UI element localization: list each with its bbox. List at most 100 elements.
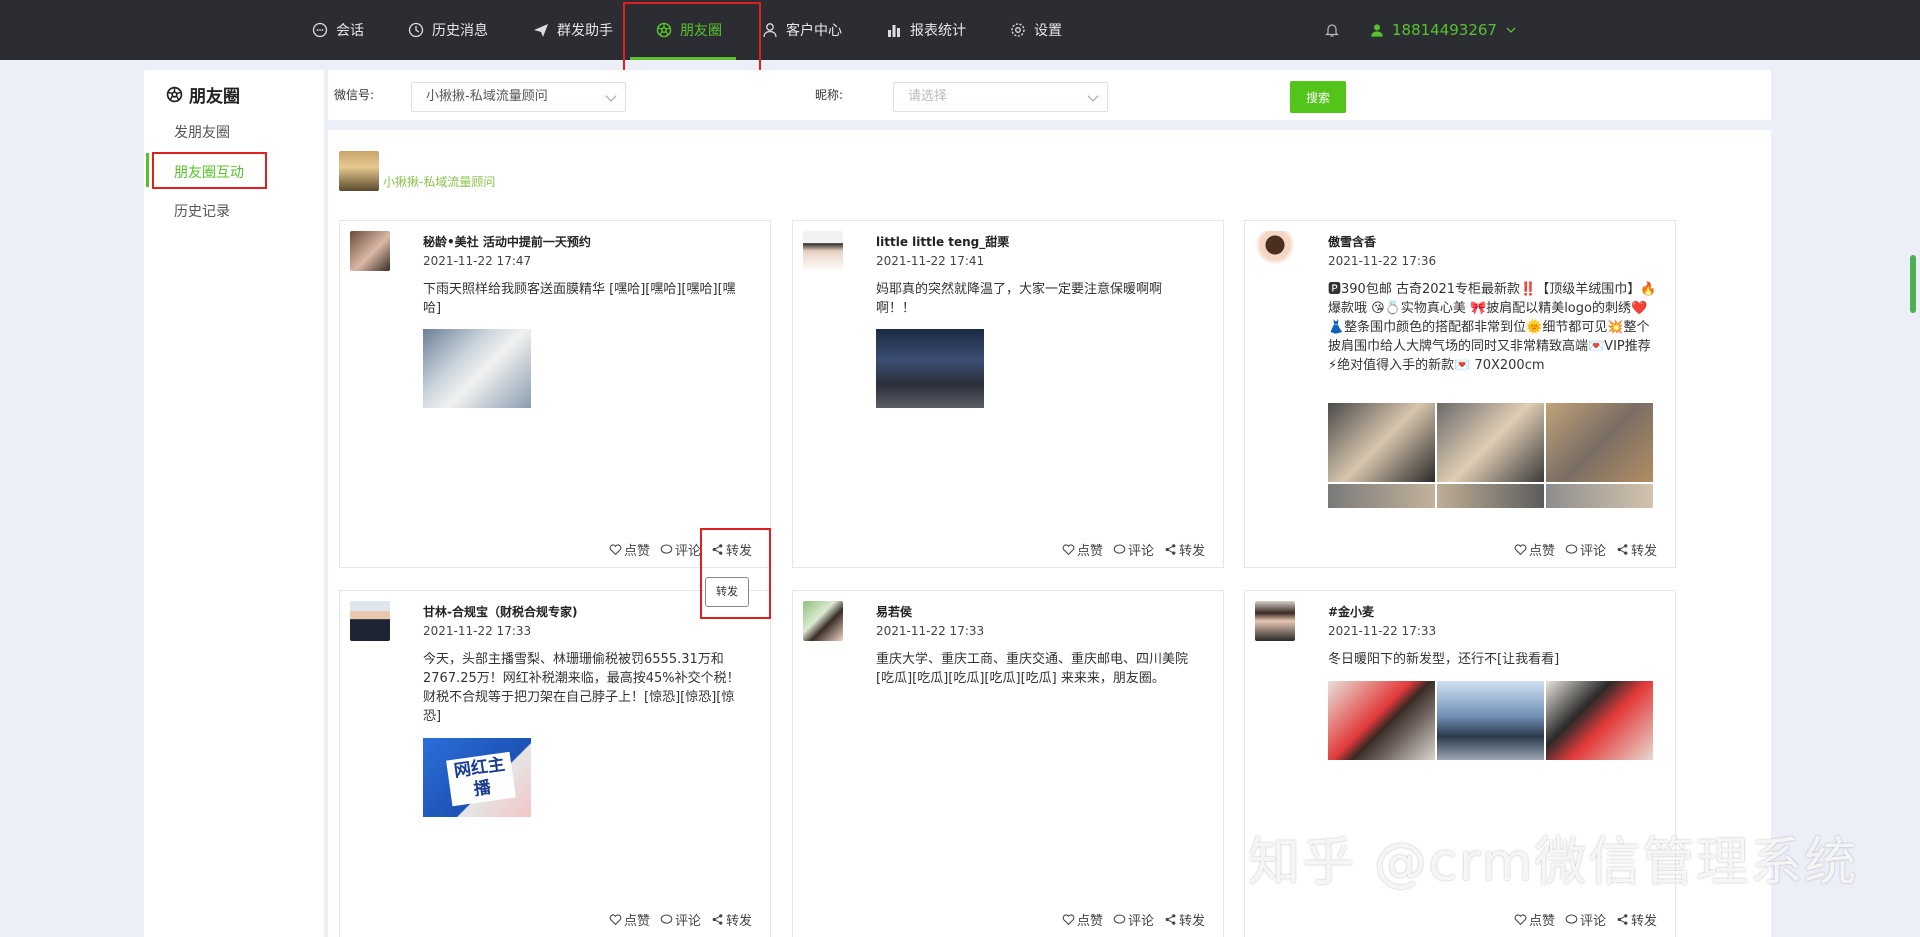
avatar[interactable] <box>1255 601 1295 641</box>
user-icon <box>1371 24 1383 37</box>
forward-button[interactable]: 转发 <box>711 540 752 559</box>
forward-button[interactable]: 转发 <box>1616 540 1657 559</box>
filter-bar: 微信号: 小揪揪-私域流量顾问 昵称: 请选择 搜索 <box>328 70 1771 120</box>
post-image[interactable] <box>1546 403 1653 482</box>
chevron-down-icon <box>1506 27 1516 33</box>
post-image[interactable] <box>1437 403 1544 482</box>
forward-button[interactable]: 转发 <box>1616 910 1657 929</box>
comment-icon <box>660 914 673 924</box>
nav-item-moments[interactable]: 朋友圈 <box>656 0 722 60</box>
nav-label: 报表统计 <box>910 23 966 39</box>
comment-button[interactable]: 评论 <box>660 910 701 929</box>
heart-icon <box>609 544 622 556</box>
forward-label: 转发 <box>1630 914 1657 929</box>
comment-icon <box>660 544 673 554</box>
post-image[interactable] <box>423 329 531 408</box>
like-button[interactable]: 点赞 <box>609 910 650 929</box>
post-image[interactable]: 网红主播 <box>423 738 531 817</box>
forward-label: 转发 <box>1630 544 1657 559</box>
post-image[interactable] <box>1328 403 1435 482</box>
wechat-select-value: 小揪揪-私域流量顾问 <box>426 89 548 104</box>
comment-icon <box>1565 544 1578 554</box>
notifications-button[interactable] <box>1324 0 1340 60</box>
share-icon <box>1165 914 1176 925</box>
heart-icon <box>1514 544 1527 556</box>
forward-button[interactable]: 转发 <box>1164 910 1205 929</box>
share-icon <box>1617 914 1628 925</box>
account-avatar[interactable] <box>339 151 379 191</box>
like-button[interactable]: 点赞 <box>609 540 650 559</box>
post-image-grid <box>1328 681 1653 760</box>
user-menu[interactable]: 18814493267 <box>1370 0 1517 60</box>
comment-button[interactable]: 评论 <box>1565 910 1606 929</box>
forward-button[interactable]: 转发 <box>1164 540 1205 559</box>
comment-button[interactable]: 评论 <box>660 540 701 559</box>
comment-label: 评论 <box>1127 914 1154 929</box>
clock-icon <box>408 22 424 38</box>
post-image[interactable] <box>1546 484 1653 508</box>
bar-chart-icon <box>888 25 900 37</box>
active-tab-indicator <box>630 57 736 60</box>
comment-icon <box>1113 544 1126 554</box>
nav-item-history[interactable]: 历史消息 <box>408 0 488 60</box>
sidebar-item-post-moment[interactable]: 发朋友圈 <box>174 122 230 142</box>
wechat-select[interactable]: 小揪揪-私域流量顾问 <box>411 82 626 112</box>
post-image[interactable] <box>1328 681 1435 760</box>
post-image[interactable] <box>1328 484 1435 508</box>
avatar[interactable] <box>803 231 843 271</box>
nav-item-chat[interactable]: 会话 <box>312 0 364 60</box>
nav-label: 会话 <box>336 23 364 39</box>
nav-item-reports[interactable]: 报表统计 <box>886 0 966 60</box>
post-author: 秘龄•美社 活动中提前一天预约 <box>423 235 591 249</box>
watermark-text: 知乎 @crm微信管理系统 <box>1248 833 1859 893</box>
share-icon <box>1165 544 1176 555</box>
post-author: #金小麦 <box>1328 605 1375 619</box>
comment-label: 评论 <box>1127 544 1154 559</box>
nav-item-settings[interactable]: 设置 <box>1010 0 1062 60</box>
nav-label: 朋友圈 <box>680 23 722 39</box>
avatar[interactable] <box>350 231 390 271</box>
post-time: 2021-11-22 17:33 <box>876 624 985 638</box>
nav-item-customers[interactable]: 客户中心 <box>762 0 842 60</box>
forward-label: 转发 <box>725 914 752 929</box>
post-text: 冬日暖阳下的新发型，还行不[让我看看] <box>1328 652 1560 667</box>
avatar[interactable] <box>1255 231 1295 271</box>
nav-item-mass-send[interactable]: 群发助手 <box>533 0 613 60</box>
post-text: 今天，头部主播雪梨、林珊珊偷税被罚6555.31万和2767.25万！网红补税潮… <box>423 652 740 724</box>
nav-label: 群发助手 <box>557 23 613 39</box>
like-button[interactable]: 点赞 <box>1062 540 1103 559</box>
nickname-select[interactable]: 请选择 <box>893 82 1108 112</box>
account-name[interactable]: 小揪揪-私域流量顾问 <box>383 173 495 190</box>
like-button[interactable]: 点赞 <box>1062 910 1103 929</box>
sidebar-item-history[interactable]: 历史记录 <box>174 201 230 221</box>
post-time: 2021-11-22 17:33 <box>1328 624 1437 638</box>
gear-icon <box>1011 23 1025 37</box>
avatar[interactable] <box>803 601 843 641</box>
comment-button[interactable]: 评论 <box>1565 540 1606 559</box>
comment-icon <box>1113 914 1126 924</box>
search-button[interactable]: 搜索 <box>1290 81 1346 113</box>
nickname-label: 昵称: <box>815 88 844 102</box>
comment-button[interactable]: 评论 <box>1113 540 1154 559</box>
post-text: 妈耶真的突然就降温了，大家一定要注意保暖啊啊啊！！ <box>876 282 1163 316</box>
post-image[interactable] <box>1437 681 1544 760</box>
moment-card: 秘龄•美社 活动中提前一天预约 2021-11-22 17:47 下雨天照样给我… <box>339 220 771 568</box>
comment-button[interactable]: 评论 <box>1113 910 1154 929</box>
heart-icon <box>1062 544 1075 556</box>
post-image[interactable] <box>876 329 984 408</box>
forward-button[interactable]: 转发 <box>711 910 752 929</box>
scrollbar-thumb[interactable] <box>1910 255 1916 313</box>
post-image[interactable] <box>1546 681 1653 760</box>
post-text: 重庆大学、重庆工商、重庆交通、重庆邮电、四川美院 [吃瓜][吃瓜][吃瓜][吃瓜… <box>876 652 1189 686</box>
sidebar-item-moment-interactions[interactable]: 朋友圈互动 <box>174 162 244 182</box>
avatar[interactable] <box>350 601 390 641</box>
moments-icon <box>166 86 183 103</box>
nickname-select-placeholder: 请选择 <box>908 89 948 104</box>
top-nav: 会话 历史消息 群发助手 朋友圈 客户中心 报表统计 设置 1881449326… <box>0 0 1920 60</box>
post-image[interactable] <box>1437 484 1544 508</box>
moment-card: 傲雪含香 2021-11-22 17:36 🅿390包邮 古奇2021专柜最新款… <box>1244 220 1676 568</box>
like-button[interactable]: 点赞 <box>1514 910 1555 929</box>
like-button[interactable]: 点赞 <box>1514 540 1555 559</box>
post-author: 甘林-合规宝（财税合规专家) <box>423 605 578 619</box>
like-label: 点赞 <box>623 914 650 929</box>
